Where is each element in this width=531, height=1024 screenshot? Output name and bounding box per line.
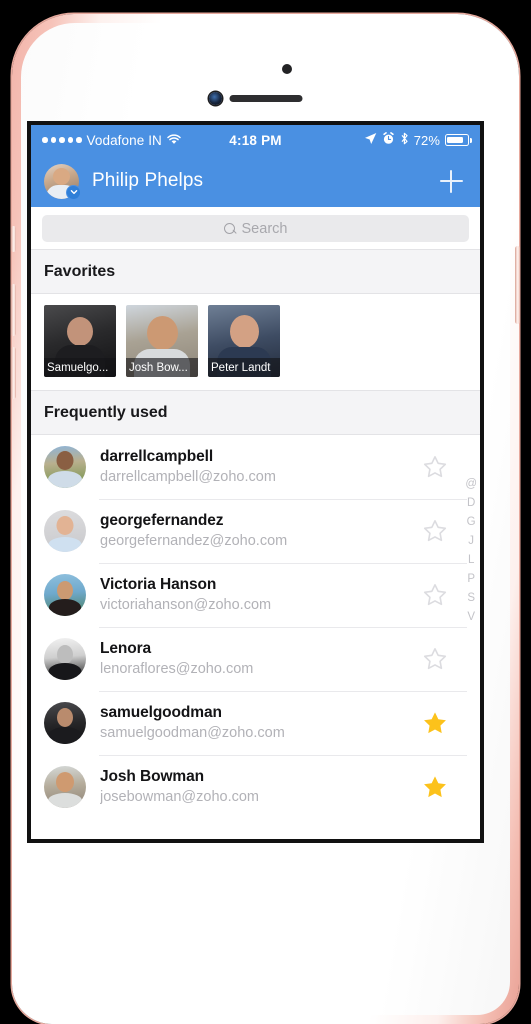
index-letter[interactable]: L [468, 554, 474, 567]
contact-row[interactable]: Victoria Hanson victoriahanson@zoho.com [31, 563, 480, 627]
section-header-favorites: Favorites [31, 249, 480, 294]
contact-text: samuelgoodman samuelgoodman@zoho.com [100, 703, 422, 744]
navigation-bar: Philip Phelps [31, 155, 480, 207]
contact-text: Lenora lenoraflores@zoho.com [100, 639, 422, 680]
contact-email: victoriahanson@zoho.com [100, 597, 272, 614]
status-bar-left: Vodafone IN [42, 133, 229, 148]
add-contact-button[interactable] [436, 166, 466, 196]
page-title: Philip Phelps [92, 170, 204, 191]
favorite-card[interactable]: Samuelgo... [44, 305, 116, 377]
wifi-icon [167, 133, 181, 148]
search-placeholder: Search [241, 220, 288, 237]
contact-text: Josh Bowman josebowman@zoho.com [100, 767, 422, 808]
favorite-label: Josh Bow... [126, 358, 198, 377]
phone-screen: Vodafone IN 4:18 PM 72% Philip Phelps Se… [31, 125, 480, 839]
signal-strength-icon [42, 137, 82, 143]
front-camera-icon [209, 92, 222, 105]
avatar [44, 446, 86, 488]
status-bar-right: 72% [282, 132, 472, 148]
contact-email: darrellcampbell@zoho.com [100, 469, 276, 486]
search-icon [223, 222, 236, 235]
proximity-sensor-icon [282, 64, 292, 74]
favorite-star-icon[interactable] [422, 774, 448, 800]
favorites-strip: Samuelgo... Josh Bow... Peter Landt [31, 294, 480, 390]
favorite-star-icon[interactable] [422, 518, 448, 544]
contact-list: @ D G J L P S V darrellcampbell darrellc… [31, 435, 480, 819]
favorite-star-icon[interactable] [422, 710, 448, 736]
avatar [44, 638, 86, 680]
volume-down-button[interactable] [11, 347, 16, 399]
contact-name: Victoria Hanson [100, 575, 217, 593]
location-arrow-icon [364, 132, 377, 148]
index-letter[interactable]: S [467, 592, 475, 605]
index-letter[interactable]: V [467, 611, 475, 624]
contact-email: josebowman@zoho.com [100, 789, 259, 806]
favorite-label: Peter Landt [208, 358, 280, 377]
battery-icon [445, 134, 472, 146]
power-button[interactable] [515, 246, 520, 324]
contact-name: Lenora [100, 639, 152, 657]
search-zone: Search [31, 207, 480, 249]
search-input[interactable]: Search [42, 215, 469, 242]
favorite-card[interactable]: Peter Landt [208, 305, 280, 377]
contact-row[interactable]: samuelgoodman samuelgoodman@zoho.com [31, 691, 480, 755]
battery-percent-label: 72% [413, 132, 441, 148]
contact-row[interactable]: Lenora lenoraflores@zoho.com [31, 627, 480, 691]
ring-switch-button[interactable] [11, 226, 16, 252]
avatar [44, 510, 86, 552]
favorite-star-icon[interactable] [422, 454, 448, 480]
status-bar: Vodafone IN 4:18 PM 72% [31, 125, 480, 155]
section-header-frequently-used: Frequently used [31, 390, 480, 435]
contact-text: georgefernandez georgefernandez@zoho.com [100, 511, 422, 552]
bluetooth-icon [400, 132, 409, 148]
contact-row[interactable]: Josh Bowman josebowman@zoho.com [31, 755, 480, 819]
favorite-star-icon[interactable] [422, 582, 448, 608]
favorite-card[interactable]: Josh Bow... [126, 305, 198, 377]
contact-row[interactable]: georgefernandez georgefernandez@zoho.com [31, 499, 480, 563]
index-letter[interactable]: D [467, 497, 475, 510]
chevron-down-icon[interactable] [66, 184, 81, 200]
contact-email: lenoraflores@zoho.com [100, 661, 254, 678]
contact-name: darrellcampbell [100, 447, 214, 465]
contact-text: Victoria Hanson victoriahanson@zoho.com [100, 575, 422, 616]
favorite-label: Samuelgo... [44, 358, 116, 377]
contact-name: samuelgoodman [100, 703, 222, 721]
index-letter[interactable]: @ [465, 478, 477, 491]
index-letter[interactable]: J [468, 535, 474, 548]
index-letter[interactable]: G [467, 516, 476, 529]
earpiece-speaker [229, 95, 302, 102]
contact-name: georgefernandez [100, 511, 224, 529]
contact-email: georgefernandez@zoho.com [100, 533, 288, 550]
clock-label: 4:18 PM [229, 132, 282, 148]
volume-up-button[interactable] [11, 284, 16, 336]
favorite-star-icon[interactable] [422, 646, 448, 672]
avatar [44, 574, 86, 616]
profile-avatar-button[interactable] [44, 163, 81, 200]
alarm-clock-icon [382, 132, 395, 148]
contact-email: samuelgoodman@zoho.com [100, 725, 285, 742]
alphabet-index-scrubber[interactable]: @ D G J L P S V [465, 478, 477, 624]
avatar [44, 766, 86, 808]
contact-name: Josh Bowman [100, 767, 204, 785]
contact-text: darrellcampbell darrellcampbell@zoho.com [100, 447, 422, 488]
contact-row[interactable]: darrellcampbell darrellcampbell@zoho.com [31, 435, 480, 499]
carrier-label: Vodafone IN [86, 132, 162, 148]
index-letter[interactable]: P [467, 573, 475, 586]
avatar [44, 702, 86, 744]
